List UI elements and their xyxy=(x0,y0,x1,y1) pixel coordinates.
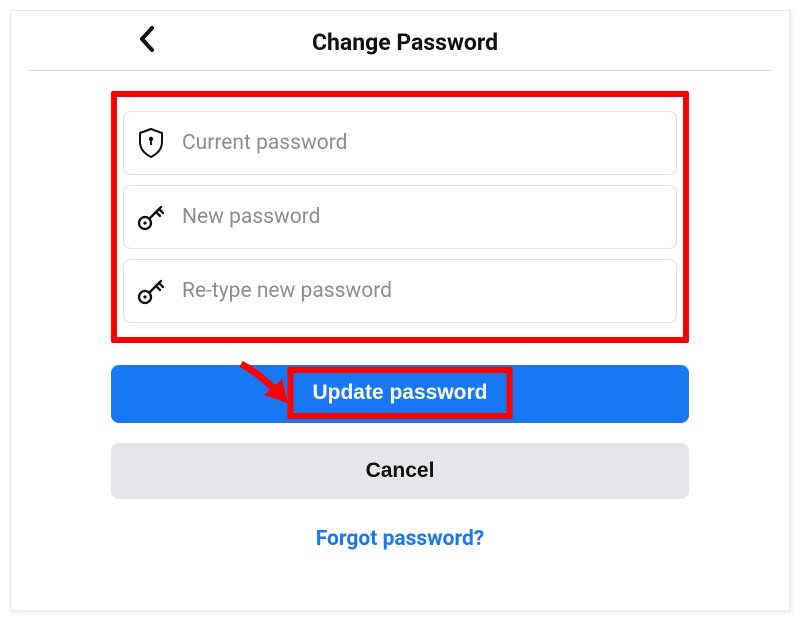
form-area: Current password New password xyxy=(111,71,689,551)
forgot-password-link[interactable]: Forgot password? xyxy=(111,527,689,551)
key-icon xyxy=(136,202,166,232)
retype-password-placeholder: Re-type new password xyxy=(182,279,664,303)
back-button[interactable] xyxy=(139,26,155,56)
highlight-inputs: Current password New password xyxy=(111,91,689,343)
chevron-left-icon xyxy=(139,26,155,52)
new-password-placeholder: New password xyxy=(182,205,664,229)
cancel-button[interactable]: Cancel xyxy=(111,443,689,499)
header: Change Password xyxy=(29,11,771,71)
key-icon xyxy=(136,276,166,306)
retype-password-field[interactable]: Re-type new password xyxy=(123,259,677,323)
page-title: Change Password xyxy=(139,29,671,56)
forgot-password-label: Forgot password? xyxy=(316,527,485,551)
change-password-panel: Change Password Current password xyxy=(10,10,790,611)
cancel-label: Cancel xyxy=(366,459,435,482)
shield-lock-icon xyxy=(136,128,166,158)
new-password-field[interactable]: New password xyxy=(123,185,677,249)
current-password-placeholder: Current password xyxy=(182,131,664,155)
update-password-button[interactable]: Update password xyxy=(111,365,689,423)
highlight-update-button: Update password xyxy=(288,367,513,419)
update-password-label: Update password xyxy=(312,381,487,405)
current-password-field[interactable]: Current password xyxy=(123,111,677,175)
